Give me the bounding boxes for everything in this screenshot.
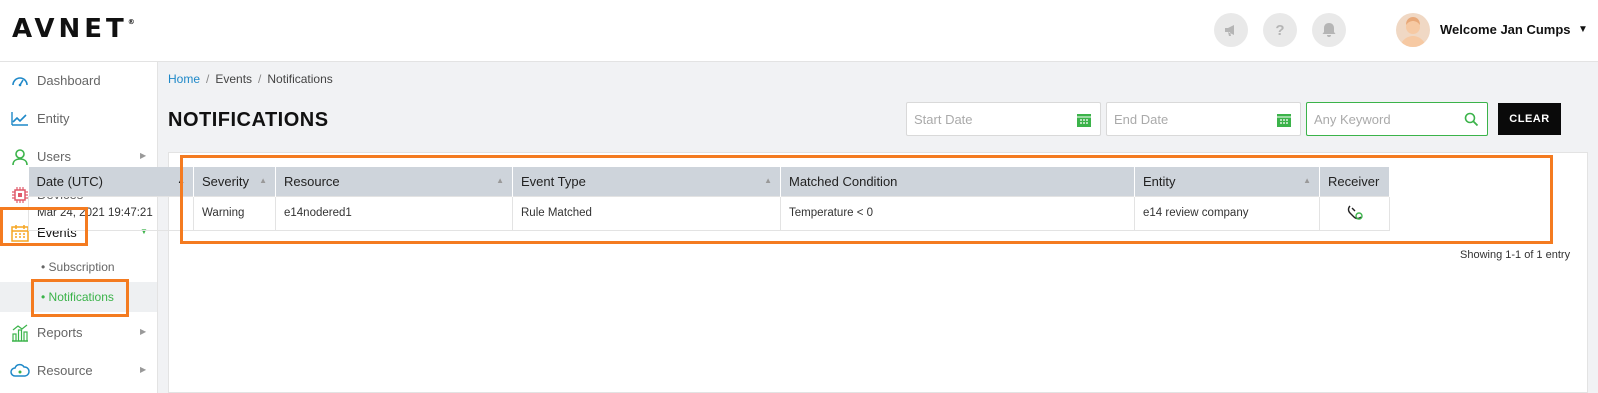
chip-icon	[12, 187, 28, 203]
breadcrumb-events[interactable]: Events	[215, 72, 252, 86]
chevron-right-icon: ▶	[140, 365, 147, 374]
dashboard-icon	[12, 77, 28, 87]
breadcrumb-current: Notifications	[267, 72, 333, 86]
sidebar-item-dashboard[interactable]: Dashboard	[0, 62, 157, 100]
keyword-search-input[interactable]	[1307, 103, 1457, 135]
avnet-logo[interactable]: AVNET®	[12, 14, 135, 44]
cloud-icon	[10, 363, 30, 377]
clear-button[interactable]: CLEAR	[1498, 103, 1561, 135]
highlight-notifications	[31, 279, 129, 317]
bell-icon[interactable]	[1312, 13, 1346, 47]
sidebar-item-reports[interactable]: Reports ▶	[0, 314, 157, 352]
avatar[interactable]	[1396, 13, 1430, 47]
calendar-icon[interactable]	[1077, 112, 1091, 127]
sidebar-item-label: Reports	[37, 325, 83, 340]
highlight-events	[0, 207, 88, 246]
chevron-down-icon[interactable]: ▼	[1578, 24, 1588, 35]
chart-line-icon	[11, 112, 28, 126]
chevron-right-icon: ▶	[140, 151, 147, 160]
start-date-input[interactable]	[907, 103, 1100, 135]
sidebar-item-label: Resource	[37, 363, 93, 378]
column-header-date[interactable]: Date (UTC) ▲	[28, 167, 194, 196]
sidebar-item-resource[interactable]: Resource ▶	[0, 352, 157, 390]
sidebar-item-label: Dashboard	[37, 73, 101, 88]
keyword-search-field[interactable]	[1306, 102, 1488, 136]
pagination-summary: Showing 1-1 of 1 entry	[1460, 249, 1571, 261]
breadcrumb-home[interactable]: Home	[168, 72, 200, 86]
welcome-user[interactable]: Welcome Jan Cumps	[1440, 22, 1571, 37]
sidebar-item-label: Entity	[37, 111, 70, 126]
top-header: AVNET® ? Welcome Jan Cumps ▼	[0, 0, 1598, 62]
start-date-field[interactable]	[906, 102, 1101, 136]
highlight-table	[180, 155, 1553, 244]
page-title: NOTIFICATIONS	[168, 109, 329, 131]
megaphone-icon[interactable]	[1214, 13, 1248, 47]
help-icon[interactable]: ?	[1263, 13, 1297, 47]
calendar-icon[interactable]	[1277, 112, 1291, 127]
sidebar-subitem-subscription[interactable]: • Subscription	[0, 252, 157, 282]
bar-chart-icon	[12, 324, 28, 342]
search-icon[interactable]	[1464, 112, 1479, 127]
sidebar-item-label: Users	[37, 149, 71, 164]
user-icon	[12, 149, 28, 166]
sidebar-subitem-label: • Subscription	[41, 260, 115, 274]
sidebar-item-entity[interactable]: Entity	[0, 100, 157, 138]
chevron-right-icon: ▶	[140, 327, 147, 336]
end-date-input[interactable]	[1107, 103, 1300, 135]
breadcrumb: Home / Events / Notifications	[168, 72, 333, 86]
end-date-field[interactable]	[1106, 102, 1301, 136]
